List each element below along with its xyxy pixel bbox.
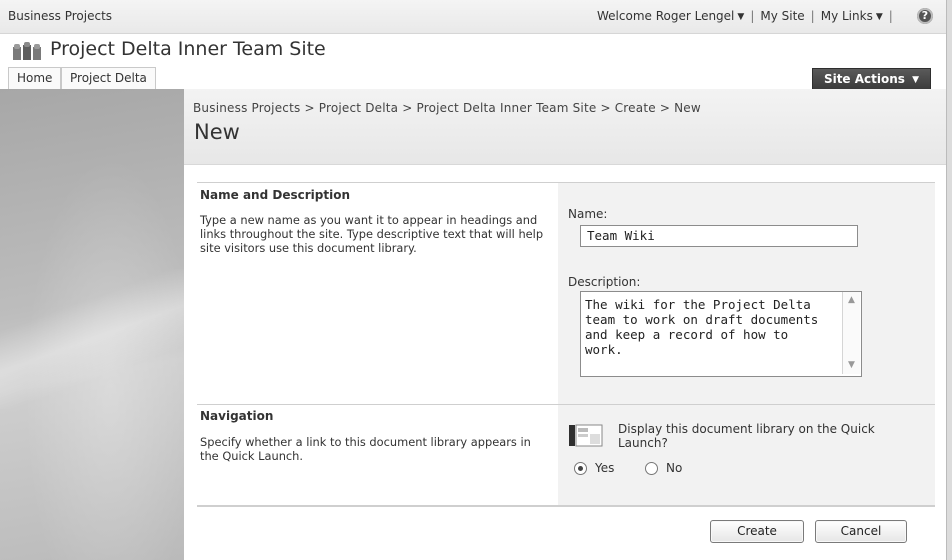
separator: | (750, 9, 755, 23)
my-links-label: My Links (820, 9, 873, 23)
site-title[interactable]: Project Delta Inner Team Site (50, 38, 326, 60)
radio-no-label[interactable]: No (666, 461, 682, 475)
site-actions-label: Site Actions (823, 72, 905, 86)
name-section-title: Name and Description (200, 188, 350, 202)
chevron-down-icon: ▼ (875, 12, 883, 22)
scroll-up-icon[interactable]: ▲ (846, 295, 857, 306)
name-label: Name: (568, 207, 608, 221)
user-links: Welcome Roger Lengel ▼ | My Site | My Links ▼ | (597, 9, 899, 23)
my-site-link[interactable]: My Site (760, 9, 804, 23)
description-label: Description: (568, 275, 641, 289)
global-navigation-bar: Business Projects Welcome Roger Lengel ▼ |… (0, 0, 946, 34)
breadcrumb[interactable]: Business Projects > Project Delta > Proj… (193, 101, 701, 115)
radio-no[interactable] (645, 462, 658, 475)
separator: | (810, 9, 815, 23)
radio-yes-label[interactable]: Yes (595, 461, 614, 475)
page-title: New (194, 120, 240, 144)
tab-home[interactable]: Home (8, 67, 62, 89)
tab-project-delta[interactable]: Project Delta (61, 67, 156, 89)
my-links-menu[interactable]: My Links ▼ (821, 9, 883, 23)
scroll-down-icon[interactable]: ▼ (846, 360, 857, 371)
chevron-down-icon: ▼ (912, 75, 920, 85)
create-button[interactable]: Create (710, 520, 804, 543)
quick-launch-question: Display this document library on the Qui… (618, 422, 875, 450)
team-site-icon (13, 42, 41, 60)
navigation-section-title: Navigation (200, 409, 274, 423)
description-text: The wiki for the Project Delta team to w… (585, 297, 826, 357)
textarea-scrollbar[interactable]: ▲ ▼ (842, 292, 860, 374)
page-scrollbar[interactable] (946, 0, 952, 560)
welcome-menu[interactable]: Welcome Roger Lengel ▼ (597, 9, 744, 23)
name-section-description: Type a new name as you want it to appear… (200, 213, 544, 255)
help-icon[interactable]: ? (917, 8, 933, 24)
site-actions-menu[interactable]: Site Actions ▼ (812, 68, 931, 91)
name-input[interactable]: Team Wiki (580, 225, 858, 247)
welcome-label: Welcome Roger Lengel (597, 9, 735, 23)
left-navigation-panel (0, 89, 184, 560)
quick-launch-icon (569, 424, 603, 447)
radio-yes[interactable] (574, 462, 587, 475)
chevron-down-icon: ▼ (737, 12, 745, 22)
navigation-section-panel (558, 405, 935, 505)
section-divider (197, 505, 935, 507)
panel-sheen (0, 269, 184, 409)
top-site-link[interactable]: Business Projects (8, 9, 112, 23)
separator: | (888, 9, 893, 23)
cancel-button[interactable]: Cancel (815, 520, 907, 543)
navigation-section-description: Specify whether a link to this document … (200, 435, 531, 463)
